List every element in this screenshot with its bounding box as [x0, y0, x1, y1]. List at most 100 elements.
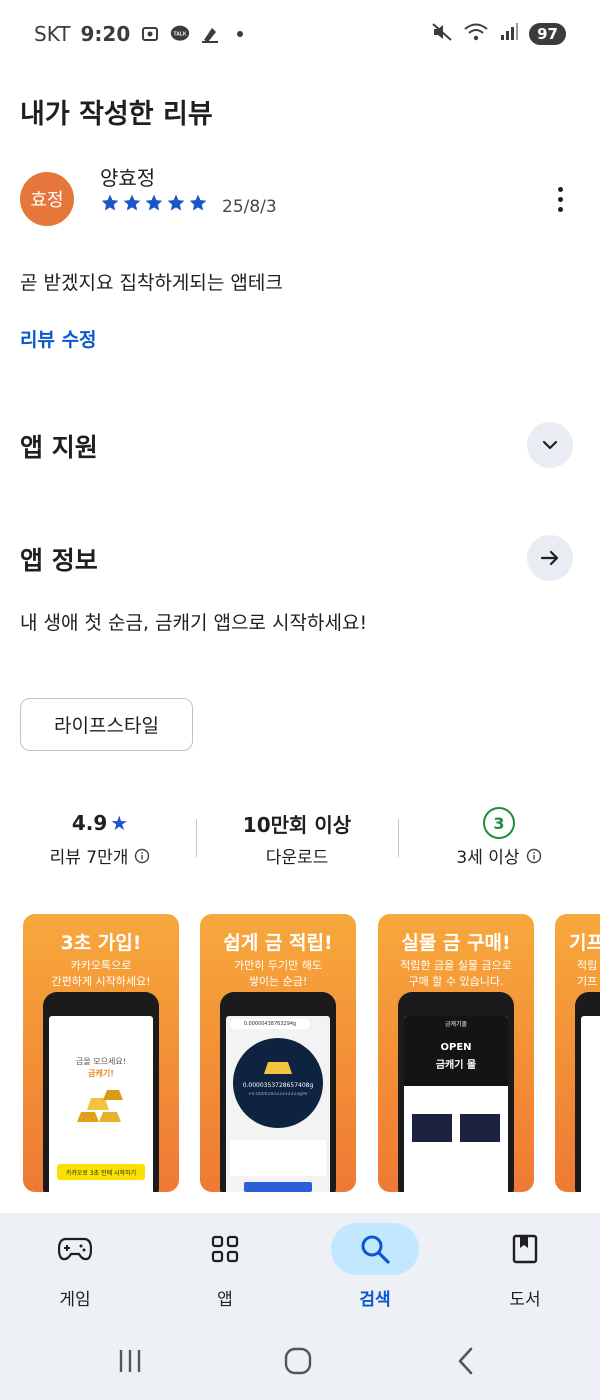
phone-mockup: 금캐기몰 OPEN 금캐기 몰 — [398, 992, 514, 1192]
review-text: 곧 받겠지요 집착하게되는 앱테크 — [20, 272, 283, 294]
page-title: 내가 작성한 리뷰 — [20, 99, 213, 130]
screenshot-subtitle: 가만히 두기만 해도 쌓이는 순금! — [234, 959, 322, 988]
rating-value-row: 4.9 ★ — [0, 805, 200, 841]
category-chip[interactable]: 라이프스타일 — [20, 698, 193, 751]
status-right: 97 — [431, 22, 566, 46]
screenshot-subtitle: 적립 기프 — [577, 959, 598, 988]
nav-label: 도서 — [509, 1290, 541, 1310]
screenshot-card[interactable]: 실물 금 구매! 적립한 금을 실물 금으로 구매 할 수 있습니다. 금캐기몰… — [378, 914, 534, 1192]
product-thumb — [460, 1114, 500, 1142]
dot-icon — [230, 24, 250, 44]
screen-banner: 금캐기몰 OPEN 금캐기 몰 — [404, 1016, 508, 1086]
screenshot-card[interactable]: 3초 가입! 카카오톡으로 간편하게 시작하세요! 금을 모으세요! 금캐기! … — [23, 914, 179, 1192]
screen-header: 0.00000438763294g — [230, 1019, 310, 1029]
mute-notification-icon — [200, 24, 220, 44]
avatar: 효정 — [20, 172, 74, 226]
nav-pill — [481, 1223, 569, 1275]
app-stats: 4.9 ★ 리뷰 7만개 10만회 이상 다운로드 3 3세 이상 — [0, 805, 600, 875]
app-info-arrow-button[interactable] — [527, 535, 573, 581]
screen-cta — [244, 1182, 312, 1192]
nav-item-search[interactable]: 검색 — [300, 1213, 450, 1325]
screenshot-subtitle: 적립한 금을 실물 금으로 구매 할 수 있습니다. — [400, 959, 512, 988]
expand-support-button[interactable] — [527, 422, 573, 468]
back-button[interactable] — [441, 1341, 491, 1381]
star-rating — [100, 193, 208, 213]
screenshot-title: 쉽게 금 적립! — [223, 932, 333, 954]
screen-banner-title: OPEN — [440, 1042, 472, 1053]
star-icon — [145, 194, 163, 211]
screenshot-subtitle: 카카오톡으로 간편하게 시작하세요! — [51, 959, 151, 988]
nav-label: 검색 — [359, 1290, 391, 1310]
age-rating-badge: 3 — [483, 807, 515, 839]
status-left: SKT 9:20 TALK — [34, 22, 250, 46]
apps-grid-icon — [211, 1235, 239, 1263]
battery-indicator: 97 — [529, 23, 566, 45]
product-thumb — [412, 1114, 452, 1142]
kakaotalk-icon: TALK — [170, 24, 190, 44]
stat-rating[interactable]: 4.9 ★ 리뷰 7만개 — [0, 805, 200, 868]
screen-kakao-button: 카카오로 3초 만에 시작하기 — [57, 1164, 145, 1180]
wifi-icon — [463, 22, 489, 46]
back-icon — [458, 1347, 473, 1375]
phone-screen — [581, 1016, 600, 1192]
star-icon — [167, 194, 185, 211]
age-value-row: 3 — [399, 805, 599, 841]
nav-label: 앱 — [217, 1290, 233, 1310]
screenshot-title: 3초 가입! — [60, 932, 142, 954]
more-vert-icon — [557, 186, 563, 192]
stat-age[interactable]: 3 3세 이상 — [399, 805, 599, 868]
reviews-count: 리뷰 7만개 — [49, 848, 129, 868]
recents-icon — [119, 1350, 141, 1372]
more-vert-icon — [557, 196, 563, 202]
more-vert-icon — [557, 206, 563, 212]
nav-pill — [31, 1223, 119, 1275]
search-icon — [361, 1235, 390, 1264]
vibrate-mute-icon — [431, 22, 453, 46]
recent-apps-button[interactable] — [105, 1341, 155, 1381]
more-options-button[interactable] — [542, 178, 578, 220]
screen-banner-sub: 금캐기 몰 — [435, 1060, 477, 1071]
downloads-label: 다운로드 — [265, 848, 329, 868]
screenshot-carousel[interactable]: 3초 가입! 카카오톡으로 간편하게 시작하세요! 금을 모으세요! 금캐기! … — [0, 914, 600, 1194]
review-date: 25/8/3 — [222, 197, 277, 217]
screen-gold-amount: 0.0000353728657408g — [242, 1082, 314, 1089]
rating-value: 4.9 — [71, 811, 108, 835]
system-navigation-bar — [0, 1325, 600, 1400]
chevron-down-icon — [542, 440, 558, 450]
bottom-navigation: 게임 앱 검색 도서 — [0, 1213, 600, 1325]
phone-mockup: 0.00000438763294g 0.0000353728657408g +0… — [220, 992, 336, 1192]
age-label: 3세 이상 — [456, 848, 520, 868]
rating-label-row: 리뷰 7만개 — [0, 843, 200, 868]
home-icon — [284, 1347, 312, 1375]
screenshot-title: 실물 금 구매! — [401, 932, 511, 954]
arrow-right-icon — [540, 550, 559, 566]
screen-header: 금캐기몰 — [444, 1021, 468, 1028]
screenshot-card[interactable]: 쉽게 금 적립! 가만히 두기만 해도 쌓이는 순금! 0.0000043876… — [200, 914, 356, 1192]
book-icon — [512, 1234, 538, 1264]
edit-review-link[interactable]: 리뷰 수정 — [20, 325, 97, 352]
clock: 9:20 — [80, 22, 131, 46]
age-label-row: 3세 이상 — [399, 843, 599, 868]
star-icon — [123, 194, 141, 211]
home-button[interactable] — [273, 1341, 323, 1381]
screen-text: 금을 모으세요! — [76, 1057, 126, 1066]
screenshot-card[interactable]: 기프 적립 기프 — [555, 914, 600, 1192]
app-support-title[interactable]: 앱 지원 — [20, 428, 98, 464]
app-info-title[interactable]: 앱 정보 — [20, 541, 98, 577]
star-icon — [189, 194, 207, 211]
info-icon — [526, 848, 541, 863]
gold-bars-icon — [264, 1062, 292, 1074]
screen-rate: +0.000018333333333g/hr — [247, 1092, 309, 1097]
talk-badge-text: TALK — [174, 32, 187, 38]
rating-star-icon: ★ — [110, 811, 129, 835]
nav-item-apps[interactable]: 앱 — [150, 1213, 300, 1325]
screenshot-title: 기프 — [569, 932, 600, 954]
nav-item-books[interactable]: 도서 — [450, 1213, 600, 1325]
signal-icon — [499, 22, 519, 46]
screenshot-icon — [140, 24, 160, 44]
nav-pill — [181, 1223, 269, 1275]
star-icon — [101, 194, 119, 211]
phone-screen: 금을 모으세요! 금캐기! 카카오로 3초 만에 시작하기 — [49, 1016, 153, 1192]
nav-item-games[interactable]: 게임 — [0, 1213, 150, 1325]
nav-label: 게임 — [59, 1290, 91, 1310]
